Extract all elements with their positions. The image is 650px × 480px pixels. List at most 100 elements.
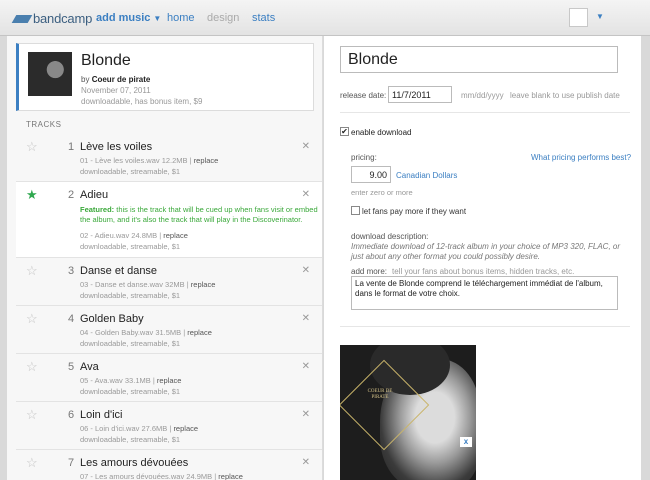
featured-label: Featured: (80, 205, 115, 214)
track-row-featured[interactable]: ★ 2 Adieu ✕ Featured: this is the track … (16, 182, 322, 258)
pricing-label: pricing: (351, 153, 377, 162)
bandcamp-logo[interactable]: bandcamp (11, 11, 93, 26)
track-row[interactable]: ☆ 4 Golden Baby ✕ 04 - Golden Baby.wav 3… (16, 306, 322, 354)
enable-download-checkbox[interactable]: ✔ (340, 127, 349, 136)
bandcamp-logo-mark (11, 15, 33, 23)
track-row[interactable]: ☆ 3 Danse et danse ✕ 03 - Danse et danse… (16, 258, 322, 306)
album-editor: release date: mm/dd/yyyy leave blank to … (324, 36, 641, 480)
close-icon[interactable]: ✕ (302, 361, 310, 372)
album-artist-name: Coeur de pirate (91, 75, 151, 84)
nav-add-music[interactable]: add music ▼ (96, 12, 161, 24)
track-number: 4 (68, 313, 75, 325)
star-icon[interactable]: ☆ (26, 264, 38, 277)
cover-text: COEUR DE PIRATE (367, 389, 393, 400)
chevron-down-icon: ▼ (153, 14, 162, 23)
download-description-text: Immediate download of 12-track album in … (351, 242, 621, 261)
add-more-label: add more: (351, 267, 388, 276)
track-row[interactable]: ☆ 5 Ava ✕ 05 - Ava.wav 33.1MB | replace … (16, 354, 322, 402)
track-row[interactable]: ☆ 7 Les amours dévouées ✕ 07 - Les amour… (16, 450, 322, 480)
track-row[interactable]: ☆ 6 Loin d'ici ✕ 06 - Loin d'ici.wav 27.… (16, 402, 322, 450)
album-title: Blonde (81, 52, 131, 69)
track-meta: downloadable, streamable, $1 (80, 291, 181, 300)
user-avatar[interactable] (569, 8, 588, 27)
track-title: Ava (80, 361, 99, 373)
pay-more-checkbox[interactable] (351, 206, 360, 215)
enable-download-label: enable download (351, 128, 412, 137)
close-icon[interactable]: ✕ (302, 141, 310, 152)
track-file-name: 03 - Danse et danse.wav 32MB (80, 280, 185, 289)
track-file: 05 - Ava.wav 33.1MB | replace (80, 376, 182, 385)
track-file-name: 02 - Adieu.wav 24.8MB (80, 231, 158, 240)
track-number: 3 (68, 265, 75, 277)
track-file-name: 06 - Loin d'ici.wav 27.6MB (80, 424, 168, 433)
nav-add-music-label: add music (96, 12, 151, 24)
track-replace-link[interactable]: replace (194, 156, 219, 165)
album-by-prefix: by (81, 75, 90, 84)
top-bar: bandcamp add music ▼ home design stats ▼ (0, 0, 650, 36)
track-replace-link[interactable]: replace (173, 424, 198, 433)
track-replace-link[interactable]: replace (191, 280, 216, 289)
pricing-performance-link[interactable]: What pricing performs best? (531, 153, 631, 162)
close-icon[interactable]: ✕ (302, 457, 310, 468)
track-title: Adieu (80, 189, 109, 201)
close-icon[interactable]: ✕ (302, 409, 310, 420)
add-more-textarea[interactable]: La vente de Blonde comprend le télécharg… (351, 276, 618, 310)
track-file: 07 - Les amours dévouées.wav 24.9MB | re… (80, 472, 243, 480)
track-row[interactable]: ☆ 1 Lève les voiles ✕ 01 - Lève les voil… (16, 134, 322, 182)
album-title-input[interactable] (340, 46, 618, 73)
album-cover-image: COEUR DE PIRATE (340, 345, 476, 480)
album-sidebar: Blonde by Coeur de pirate November 07, 2… (7, 36, 323, 480)
track-file-name: 04 - Golden Baby.wav 31.5MB (80, 328, 182, 337)
track-number: 1 (68, 141, 75, 153)
album-thumbnail (28, 52, 72, 96)
track-file: 02 - Adieu.wav 24.8MB | replace (80, 231, 188, 240)
star-icon[interactable]: ☆ (26, 140, 38, 153)
track-title: Lève les voiles (80, 141, 153, 153)
track-title: Les amours dévouées (80, 457, 189, 469)
album-date: November 07, 2011 (81, 86, 151, 95)
add-more-placeholder: tell your fans about bonus items, hidden… (392, 267, 575, 276)
track-replace-link[interactable]: replace (163, 231, 188, 240)
track-number: 6 (68, 409, 75, 421)
currency-link[interactable]: Canadian Dollars (396, 171, 457, 180)
track-meta: downloadable, streamable, $1 (80, 435, 181, 444)
track-number: 7 (68, 457, 75, 469)
tracks-heading: TRACKS (26, 120, 62, 129)
price-input[interactable] (351, 166, 391, 183)
nav-stats[interactable]: stats (252, 12, 275, 24)
nav-home[interactable]: home (167, 12, 195, 24)
track-number: 2 (68, 189, 75, 201)
remove-cover-button[interactable]: x (460, 437, 472, 447)
close-icon[interactable]: ✕ (302, 313, 310, 324)
track-replace-link[interactable]: replace (187, 328, 212, 337)
bandcamp-logo-text: bandcamp (33, 11, 93, 26)
track-meta: downloadable, streamable, $1 (80, 387, 181, 396)
release-date-hint: leave blank to use publish date (510, 91, 620, 100)
star-icon[interactable]: ★ (26, 188, 38, 201)
release-date-format: mm/dd/yyyy (461, 91, 504, 100)
track-file-name: 01 - Lève les voiles.wav 12.2MB (80, 156, 188, 165)
close-icon[interactable]: ✕ (302, 189, 310, 200)
track-meta: downloadable, streamable, $1 (80, 167, 181, 176)
track-file: 03 - Danse et danse.wav 32MB | replace (80, 280, 216, 289)
divider (340, 112, 630, 113)
pay-more-label: let fans pay more if they want (362, 207, 467, 216)
divider (340, 326, 630, 327)
track-replace-link[interactable]: replace (218, 472, 243, 480)
star-icon[interactable]: ☆ (26, 312, 38, 325)
user-menu-chevron-down-icon[interactable]: ▼ (596, 12, 604, 21)
track-file: 01 - Lève les voiles.wav 12.2MB | replac… (80, 156, 219, 165)
track-file: 04 - Golden Baby.wav 31.5MB | replace (80, 328, 212, 337)
track-file-name: 05 - Ava.wav 33.1MB (80, 376, 151, 385)
close-icon[interactable]: ✕ (302, 265, 310, 276)
nav-design[interactable]: design (207, 12, 239, 24)
star-icon[interactable]: ☆ (26, 456, 38, 469)
track-replace-link[interactable]: replace (157, 376, 182, 385)
featured-text: this is the track that will be cued up w… (80, 205, 318, 224)
star-icon[interactable]: ☆ (26, 408, 38, 421)
star-icon[interactable]: ☆ (26, 360, 38, 373)
release-date-label: release date: (340, 91, 387, 100)
track-title: Danse et danse (80, 265, 158, 277)
release-date-input[interactable] (388, 86, 452, 103)
album-card[interactable]: Blonde by Coeur de pirate November 07, 2… (16, 43, 314, 111)
